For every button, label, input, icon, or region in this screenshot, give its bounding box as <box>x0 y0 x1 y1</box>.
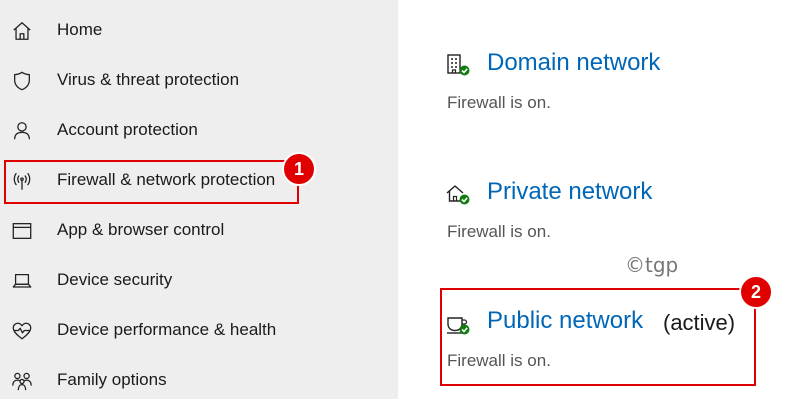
sidebar-item-label: Device performance & health <box>57 320 277 339</box>
firewall-highlight-box <box>4 160 299 204</box>
home-icon <box>10 19 34 43</box>
person-icon <box>10 119 34 143</box>
browser-window-icon <box>10 219 34 243</box>
public-network-active-label: (active) <box>663 310 736 335</box>
domain-network-status: Firewall is on. <box>447 93 551 112</box>
domain-network-link[interactable]: Domain network <box>487 49 660 77</box>
public-network-status: Firewall is on. <box>447 351 551 370</box>
sidebar: Home Virus & threat protection Account p… <box>0 0 398 399</box>
heart-pulse-icon <box>10 319 34 343</box>
sidebar-item-label: Family options <box>57 370 167 389</box>
sidebar-item-app-browser-control[interactable]: App & browser control <box>0 209 398 253</box>
sidebar-item-label: App & browser control <box>57 220 225 239</box>
sidebar-item-label: Virus & threat protection <box>57 70 240 89</box>
shield-icon <box>10 69 34 93</box>
private-network-icon <box>445 181 471 207</box>
family-icon <box>10 369 34 393</box>
watermark: ©tgp <box>625 253 679 277</box>
sidebar-item-virus-threat-protection[interactable]: Virus & threat protection <box>0 59 398 103</box>
laptop-icon <box>10 269 34 293</box>
public-network-icon <box>445 311 471 337</box>
public-network-link[interactable]: Public network <box>487 307 643 335</box>
sidebar-item-device-security[interactable]: Device security <box>0 259 398 303</box>
private-network-status: Firewall is on. <box>447 222 551 241</box>
sidebar-item-home[interactable]: Home <box>0 9 398 53</box>
annotation-badge-2: 2 <box>739 275 773 309</box>
sidebar-item-label: Account protection <box>57 120 198 139</box>
sidebar-item-family-options[interactable]: Family options <box>0 359 398 403</box>
private-network-link[interactable]: Private network <box>487 178 652 206</box>
sidebar-item-label: Device security <box>57 270 173 289</box>
public-network-highlight-box <box>440 288 756 386</box>
sidebar-item-label: Home <box>57 20 103 39</box>
sidebar-item-device-performance-health[interactable]: Device performance & health <box>0 309 398 353</box>
annotation-badge-1: 1 <box>282 152 316 186</box>
domain-network-icon <box>445 52 471 78</box>
sidebar-item-account-protection[interactable]: Account protection <box>0 109 398 153</box>
